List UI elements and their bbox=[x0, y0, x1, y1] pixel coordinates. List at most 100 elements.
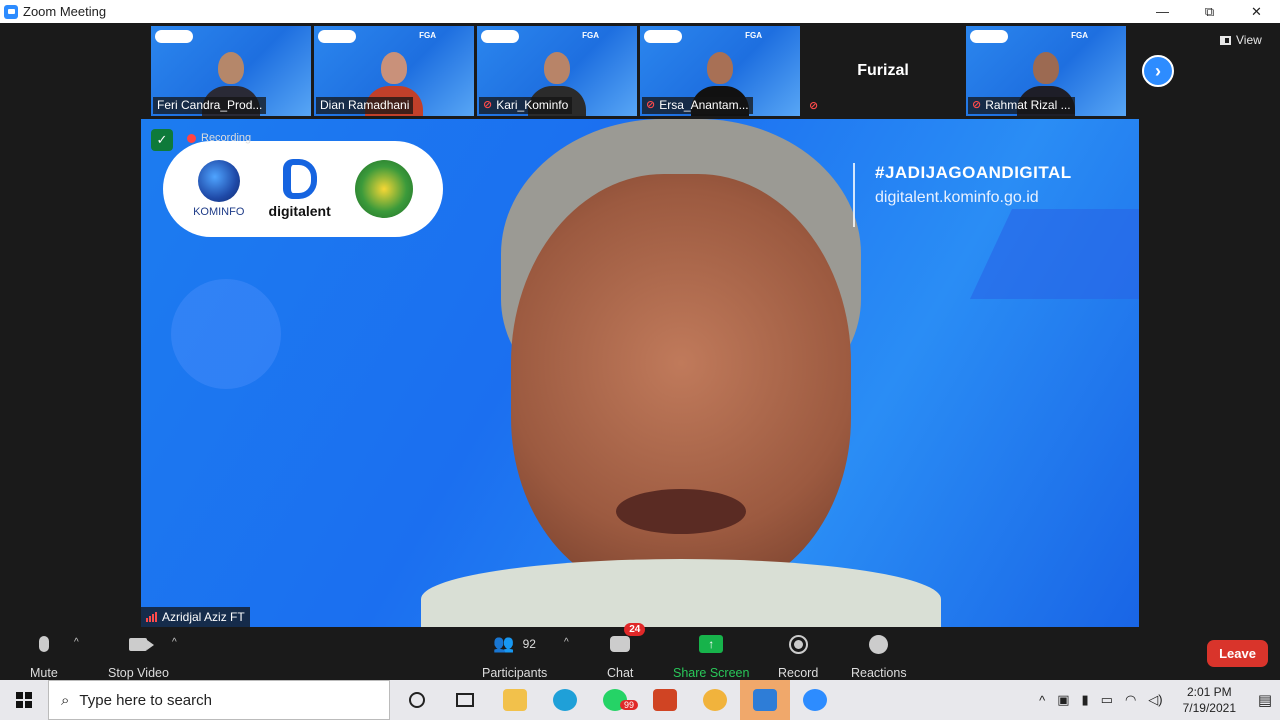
participant-name-label: Dian Ramadhani bbox=[316, 97, 414, 114]
participant-tile[interactable]: Furizal ⊘ bbox=[803, 26, 963, 116]
muted-mic-icon: ⊘ bbox=[809, 100, 819, 112]
recording-indicator: Recording bbox=[187, 132, 251, 144]
event-hashtag: #JADIJAGOANDIGITAL digitalent.kominfo.go… bbox=[853, 163, 1072, 227]
tile-logo bbox=[481, 30, 519, 43]
search-icon: ⌕ bbox=[61, 691, 70, 709]
share-screen-icon: ↑ bbox=[699, 635, 724, 653]
tile-brand: FGA bbox=[745, 31, 762, 40]
camera-icon bbox=[129, 637, 155, 651]
maximize-button[interactable]: ⧉ bbox=[1186, 0, 1233, 23]
participant-strip: Feri Candra_Prod... FGA Dian Ramadhani FGA ⊘… bbox=[151, 26, 1126, 116]
participant-tile[interactable]: FGA ⊘ Rahmat Rizal ... bbox=[966, 26, 1126, 116]
participants-button[interactable]: 👥 92 Participants bbox=[482, 631, 547, 680]
active-speaker-video: KOMINFO digitalent ✓ Recording #JADIJAGO… bbox=[141, 119, 1139, 627]
volume-icon[interactable]: ◁) bbox=[1148, 692, 1162, 708]
participant-name-label: Feri Candra_Prod... bbox=[153, 97, 267, 114]
start-button[interactable] bbox=[0, 680, 48, 720]
audio-options-caret-icon[interactable]: ^ bbox=[74, 637, 79, 648]
minimize-button[interactable]: — bbox=[1139, 0, 1186, 23]
zoom-app-icon bbox=[4, 4, 18, 19]
leave-button[interactable]: Leave bbox=[1207, 640, 1268, 667]
video-options-caret-icon[interactable]: ^ bbox=[172, 637, 177, 648]
participant-name-label: ⊘ Rahmat Rizal ... bbox=[968, 97, 1075, 114]
reactions-button[interactable]: Reactions bbox=[851, 631, 907, 680]
system-tray: ^ ▣ ▮ ▭ ◠ ◁) 2:01 PM 7/19/2021 ▤ bbox=[1033, 680, 1280, 720]
microphone-icon bbox=[38, 636, 49, 652]
title-bar: Zoom Meeting — ⧉ ✕ bbox=[0, 0, 1280, 23]
chat-icon bbox=[610, 636, 631, 652]
tile-logo bbox=[644, 30, 682, 43]
tile-logo bbox=[318, 30, 356, 43]
digitalent-logo: digitalent bbox=[269, 159, 331, 219]
grid-icon bbox=[1220, 35, 1231, 45]
window-title: Zoom Meeting bbox=[23, 4, 107, 19]
participant-name-label: ⊘ Ersa_Anantam... bbox=[642, 97, 753, 114]
signal-icon bbox=[146, 612, 157, 622]
edge-icon[interactable] bbox=[540, 680, 590, 720]
cortana-icon[interactable] bbox=[392, 680, 442, 720]
tile-brand: FGA bbox=[419, 31, 436, 40]
chat-badge: 24 bbox=[624, 623, 646, 636]
muted-mic-icon: ⊘ bbox=[646, 99, 656, 111]
background-bokeh bbox=[171, 279, 281, 389]
chat-button[interactable]: 24 Chat bbox=[607, 623, 646, 680]
tile-brand: FGA bbox=[1071, 31, 1088, 40]
meeting-area: Feri Candra_Prod... FGA Dian Ramadhani FGA ⊘… bbox=[0, 23, 1280, 629]
meet-now-icon[interactable]: ▣ bbox=[1057, 692, 1069, 708]
muted-mic-icon: ⊘ bbox=[483, 99, 493, 111]
snipping-tool-icon[interactable] bbox=[740, 680, 790, 720]
tile-brand: FGA bbox=[582, 31, 599, 40]
event-url: digitalent.kominfo.go.id bbox=[875, 189, 1039, 206]
windows-taskbar: ⌕ Type here to search 99 ^ ▣ ▮ ▭ ◠ ◁) 2:… bbox=[0, 680, 1280, 720]
notification-icon[interactable]: ▤ bbox=[1250, 680, 1280, 720]
participants-icon: 👥 bbox=[493, 634, 515, 653]
participant-name: Furizal bbox=[857, 62, 909, 79]
whatsapp-icon[interactable]: 99 bbox=[590, 680, 640, 720]
powerpoint-icon[interactable] bbox=[640, 680, 690, 720]
window-controls: — ⧉ ✕ bbox=[1139, 0, 1280, 23]
mute-button[interactable]: Mute bbox=[30, 631, 58, 680]
battery-icon[interactable]: ▭ bbox=[1101, 692, 1113, 708]
tile-logo bbox=[155, 30, 193, 43]
meeting-toolbar: Mute ^ Stop Video ^ 👥 92 Participants ^ … bbox=[0, 623, 1280, 680]
sponsor-logos: KOMINFO digitalent bbox=[163, 141, 443, 237]
record-icon bbox=[788, 634, 808, 654]
zoom-taskbar-icon[interactable] bbox=[790, 680, 840, 720]
task-view-icon[interactable] bbox=[440, 680, 490, 720]
view-button[interactable]: View bbox=[1220, 33, 1262, 47]
tile-logo bbox=[970, 30, 1008, 43]
participant-name-label: ⊘ Kari_Kominfo bbox=[479, 97, 573, 114]
stop-video-button[interactable]: Stop Video bbox=[108, 631, 169, 680]
windows-logo-icon bbox=[16, 692, 32, 708]
record-button[interactable]: Record bbox=[778, 631, 818, 680]
speaker-name-label: Azridjal Aziz FT bbox=[141, 607, 250, 627]
file-explorer-icon[interactable] bbox=[490, 680, 540, 720]
participant-tile[interactable]: FGA ⊘ Ersa_Anantam... bbox=[640, 26, 800, 116]
search-placeholder: Type here to search bbox=[79, 691, 212, 709]
shield-icon[interactable]: ✓ bbox=[151, 129, 173, 151]
muted-mic-icon: ⊘ bbox=[972, 99, 982, 111]
participants-options-caret-icon[interactable]: ^ bbox=[564, 637, 569, 648]
hashtag-text: #JADIJAGOANDIGITAL bbox=[875, 163, 1072, 182]
university-seal-logo bbox=[354, 160, 413, 218]
chevron-right-icon[interactable]: › bbox=[1142, 55, 1174, 87]
speaker-figure bbox=[421, 119, 941, 627]
participants-count: 92 bbox=[522, 637, 536, 651]
participant-tile[interactable]: FGA ⊘ Kari_Kominfo bbox=[477, 26, 637, 116]
view-label: View bbox=[1236, 33, 1262, 47]
clock-time: 2:01 PM bbox=[1186, 685, 1232, 699]
wifi-icon[interactable]: ◠ bbox=[1125, 692, 1136, 708]
share-screen-button[interactable]: ↑ Share Screen bbox=[673, 631, 749, 680]
microphone-tray-icon[interactable]: ▮ bbox=[1081, 692, 1088, 708]
clock-date: 7/19/2021 bbox=[1182, 701, 1236, 715]
chrome-canary-icon[interactable] bbox=[690, 680, 740, 720]
taskbar-search[interactable]: ⌕ Type here to search bbox=[48, 680, 390, 720]
participant-tile[interactable]: FGA Dian Ramadhani bbox=[314, 26, 474, 116]
clock[interactable]: 2:01 PM 7/19/2021 bbox=[1183, 684, 1236, 716]
chevron-up-icon[interactable]: ^ bbox=[1039, 693, 1045, 708]
whatsapp-badge: 99 bbox=[620, 700, 639, 710]
participant-tile[interactable]: Feri Candra_Prod... bbox=[151, 26, 311, 116]
recording-dot-icon bbox=[187, 133, 196, 143]
close-button[interactable]: ✕ bbox=[1233, 0, 1280, 23]
reactions-icon bbox=[869, 634, 889, 654]
